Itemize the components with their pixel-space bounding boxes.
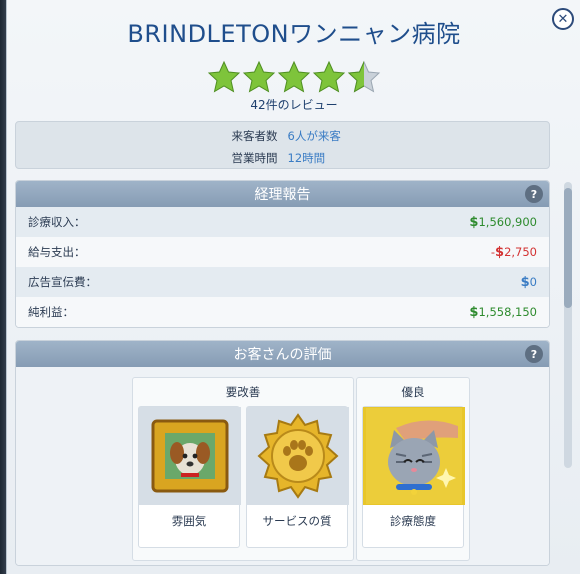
excellent-group: 優良 診療態度 xyxy=(356,377,470,561)
hours-row: 営業時間 12時間 xyxy=(16,150,549,166)
visitors-label: 来客者数 xyxy=(231,129,278,143)
finance-row-salary: 給与支出： -$2,750 xyxy=(16,237,549,267)
evaluation-section: お客さんの評価 ? 要改善 雰囲気 サービスの質 優良 診療態度 xyxy=(15,340,550,566)
help-icon[interactable]: ? xyxy=(525,345,543,363)
star-icon xyxy=(242,60,276,93)
star-icon xyxy=(277,60,311,93)
eval-card-label: サービスの質 xyxy=(262,514,332,528)
finance-row-net-profit: 純利益： $1,558,150 xyxy=(16,297,549,327)
needs-improvement-group: 要改善 雰囲気 サービスの質 xyxy=(132,377,354,561)
help-icon[interactable]: ? xyxy=(525,185,543,203)
simoleon-icon: $ xyxy=(520,274,530,290)
eval-card-atmosphere[interactable]: 雰囲気 xyxy=(138,406,241,548)
eval-card-bedside-manner[interactable]: 診療態度 xyxy=(362,406,465,548)
half-star-icon xyxy=(347,60,381,93)
finance-row-amount: $1,560,900 xyxy=(469,214,537,230)
finance-title: 経理報告 xyxy=(254,187,311,203)
evaluation-title: お客さんの評価 xyxy=(233,347,332,363)
eval-card-label: 診療態度 xyxy=(390,514,436,528)
scrollbar[interactable] xyxy=(564,182,572,468)
star-icon xyxy=(312,60,346,93)
needs-improvement-title: 要改善 xyxy=(225,385,261,399)
finance-section: 経理報告 ? 診療収入： $1,560,900 給与支出： -$2,750 広告… xyxy=(15,180,550,328)
evaluation-body: 要改善 雰囲気 サービスの質 優良 診療態度 xyxy=(16,367,549,565)
excellent-title: 優良 xyxy=(401,385,425,399)
finance-header: 経理報告 ? xyxy=(16,181,549,207)
clinic-report-panel: ✕ BRINDLETONワンニャン病院 42件のレビュー 来客者数 6人が来客 … xyxy=(6,0,580,574)
finance-row-label: 純利益： xyxy=(28,305,74,319)
simoleon-icon: $ xyxy=(495,244,505,260)
clinic-title: BRINDLETONワンニャン病院 xyxy=(127,20,461,48)
finance-row-label: 広告宣伝費： xyxy=(28,275,97,289)
finance-row-label: 診療収入： xyxy=(28,215,86,229)
visitors-row: 来客者数 6人が来客 xyxy=(16,128,549,144)
finance-row-amount: $1,558,150 xyxy=(469,304,537,320)
eval-card-service-quality[interactable]: サービスの質 xyxy=(246,406,349,548)
finance-row-advertising: 広告宣伝費： $0 xyxy=(16,267,549,297)
hours-label: 営業時間 xyxy=(231,151,278,165)
visitors-value: 6人が来客 xyxy=(287,129,341,143)
finance-row-amount: $0 xyxy=(520,274,537,290)
eval-card-label: 雰囲気 xyxy=(171,514,207,528)
dog-portrait-icon xyxy=(139,407,241,505)
finance-row-label: 給与支出： xyxy=(28,245,86,259)
finance-row-amount: -$2,750 xyxy=(490,244,537,260)
evaluation-header: お客さんの評価 ? xyxy=(16,341,549,367)
finance-row-income: 診療収入： $1,560,900 xyxy=(16,207,549,237)
scrollbar-thumb[interactable] xyxy=(564,188,572,308)
gold-paw-medal-icon xyxy=(247,407,349,505)
info-box: 来客者数 6人が来客 営業時間 12時間 xyxy=(15,121,550,169)
hours-value: 12時間 xyxy=(287,151,326,165)
petting-cat-icon xyxy=(363,407,465,505)
star-rating xyxy=(7,60,580,94)
star-icon xyxy=(207,60,241,93)
review-count: 42件のレビュー xyxy=(250,98,338,112)
